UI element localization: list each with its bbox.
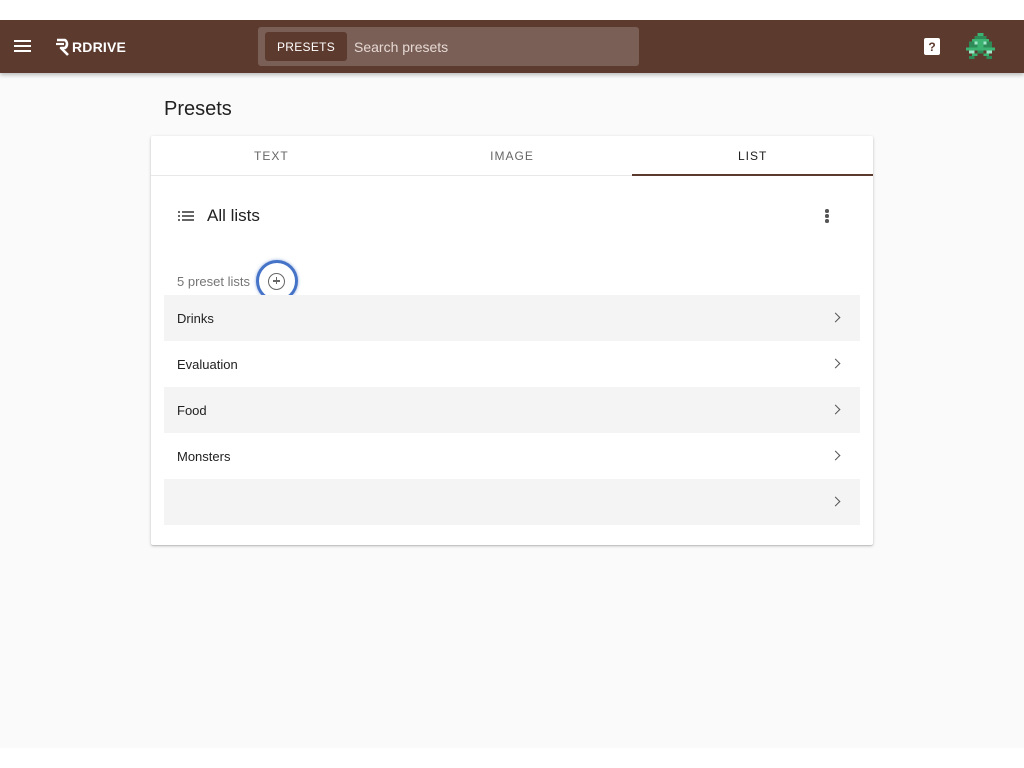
logo-text: RDRIVE: [72, 39, 127, 55]
presets-card: TEXT IMAGE LIST All lists 5 preset lists: [151, 136, 873, 545]
more-vert-icon[interactable]: [821, 208, 833, 224]
chevron-right-icon: [832, 496, 842, 508]
search-input[interactable]: [354, 32, 639, 61]
list-item-label: Drinks: [177, 310, 214, 326]
list-item[interactable]: Food: [164, 387, 860, 433]
section-title: All lists: [207, 206, 260, 225]
list-item-label: Evaluation: [177, 356, 238, 372]
app-viewport: RDRIVE PRESETS ?: [0, 20, 1024, 748]
preset-list: Drinks Evaluation Food Monsters: [164, 295, 860, 525]
search-scope-chip[interactable]: PRESETS: [265, 32, 347, 61]
menu-icon[interactable]: [14, 37, 32, 55]
add-circle-icon: [268, 272, 286, 290]
tab-image[interactable]: IMAGE: [392, 136, 633, 175]
list-item[interactable]: Monsters: [164, 433, 860, 479]
list-icon: [178, 210, 194, 222]
list-item-label: Food: [177, 402, 207, 418]
chevron-right-icon: [832, 358, 842, 370]
help-icon[interactable]: ?: [924, 38, 940, 55]
list-item-label: Monsters: [177, 448, 231, 464]
preset-count: 5 preset lists: [177, 273, 250, 289]
search-bar: PRESETS: [258, 27, 639, 66]
list-item[interactable]: Evaluation: [164, 341, 860, 387]
chevron-right-icon: [832, 450, 842, 462]
app-logo[interactable]: RDRIVE: [55, 37, 126, 57]
list-section-header: All lists: [178, 206, 260, 226]
list-item[interactable]: [164, 479, 860, 525]
chevron-right-icon: [832, 312, 842, 324]
chevron-right-icon: [832, 404, 842, 416]
top-app-bar: RDRIVE PRESETS ?: [0, 20, 1024, 73]
page-title: Presets: [164, 98, 232, 120]
avatar[interactable]: [966, 33, 995, 62]
tab-text[interactable]: TEXT: [151, 136, 392, 175]
tab-bar: TEXT IMAGE LIST: [151, 136, 873, 176]
logo-icon: [56, 38, 69, 56]
tab-list[interactable]: LIST: [632, 136, 873, 176]
list-item[interactable]: Drinks: [164, 295, 860, 341]
